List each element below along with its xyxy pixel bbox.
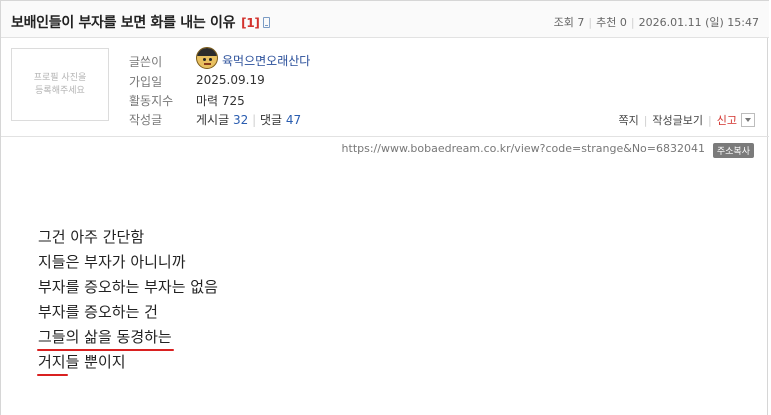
content-line-underlined: 그들의 삶을 동경하는 xyxy=(37,326,218,351)
post-content: 그건 아주 간단함 지들은 부자가 아니니까 부자를 증오하는 부자는 없음 부… xyxy=(37,226,218,376)
joined-label: 가입일 xyxy=(129,75,163,89)
post-date: 2026.01.11 (일) 15:47 xyxy=(638,16,759,29)
post-header: 보배인들이 부자를 보면 화를 내는 이유 [1] 조회 7 | 추천 0 | 2026.… xyxy=(1,0,769,38)
red-underline-text: 그들의 삶을 동경하는 xyxy=(37,328,174,351)
action-divider: | xyxy=(708,113,712,127)
post-title-text: 보배인들이 부자를 보면 화를 내는 이유 xyxy=(11,15,236,31)
red-underline-text: 거지 xyxy=(37,353,68,376)
report-link[interactable]: 신고 xyxy=(717,112,737,128)
stats-divider: | xyxy=(252,113,257,127)
send-message-link[interactable]: 쪽지 xyxy=(618,112,638,128)
avatar-icon xyxy=(196,47,218,69)
author-actions: 쪽지 | 작성글보기 | 신고 xyxy=(618,112,755,128)
comments-count-label: 댓글 xyxy=(259,113,283,127)
content-line: 부자를 증오하는 건 xyxy=(38,303,158,321)
activity-label: 활동지수 xyxy=(129,94,174,108)
writer-label: 글쓴이 xyxy=(129,55,163,69)
mobile-icon xyxy=(262,17,270,28)
post-title: 보배인들이 부자를 보면 화를 내는 이유 [1] xyxy=(11,12,270,32)
author-nickname[interactable]: 육먹으면오래산다 xyxy=(222,52,310,69)
profile-placeholder-text: 프로필 사진을 등록해주세요 xyxy=(33,72,87,96)
posts-count-label: 게시글 xyxy=(196,113,230,127)
view-author-posts-link[interactable]: 작성글보기 xyxy=(652,112,703,128)
meta-divider: | xyxy=(630,16,635,29)
posts-label: 작성글 xyxy=(129,113,163,127)
content-line: 부자를 증오하는 부자는 없음 xyxy=(38,278,218,296)
header-divider xyxy=(1,136,769,137)
posts-count[interactable]: 32 xyxy=(233,113,248,127)
meta-divider: | xyxy=(588,16,593,29)
comment-count-badge[interactable]: [1] xyxy=(241,16,260,30)
post-url: https://www.bobaedream.co.kr/view?code=s… xyxy=(341,142,705,155)
view-count: 조회 7 xyxy=(553,16,585,29)
chevron-down-icon[interactable] xyxy=(741,113,755,127)
recommend-count: 추천 0 xyxy=(596,16,627,29)
copy-url-button[interactable]: 주소복사 xyxy=(712,143,754,158)
post-view: 보배인들이 부자를 보면 화를 내는 이유 [1] 조회 7 | 추천 0 | 2026.… xyxy=(0,0,769,415)
content-line: 지들은 부자가 아니니까 xyxy=(38,253,186,271)
author-post-stats: 게시글 32 | 댓글 47 xyxy=(196,111,301,128)
content-text: 들 뿐이지 xyxy=(65,353,126,371)
post-meta: 조회 7 | 추천 0 | 2026.01.11 (일) 15:47 xyxy=(554,14,759,30)
content-line: 그건 아주 간단함 xyxy=(38,228,145,246)
profile-photo-placeholder: 프로필 사진을 등록해주세요 xyxy=(11,48,109,121)
action-divider: | xyxy=(643,113,648,127)
activity-value: 마력 725 xyxy=(196,94,245,108)
content-line-partial-underline: 거지들 뿐이지 xyxy=(37,351,218,376)
comments-count[interactable]: 47 xyxy=(286,113,301,127)
joined-date: 2025.09.19 xyxy=(196,73,265,87)
